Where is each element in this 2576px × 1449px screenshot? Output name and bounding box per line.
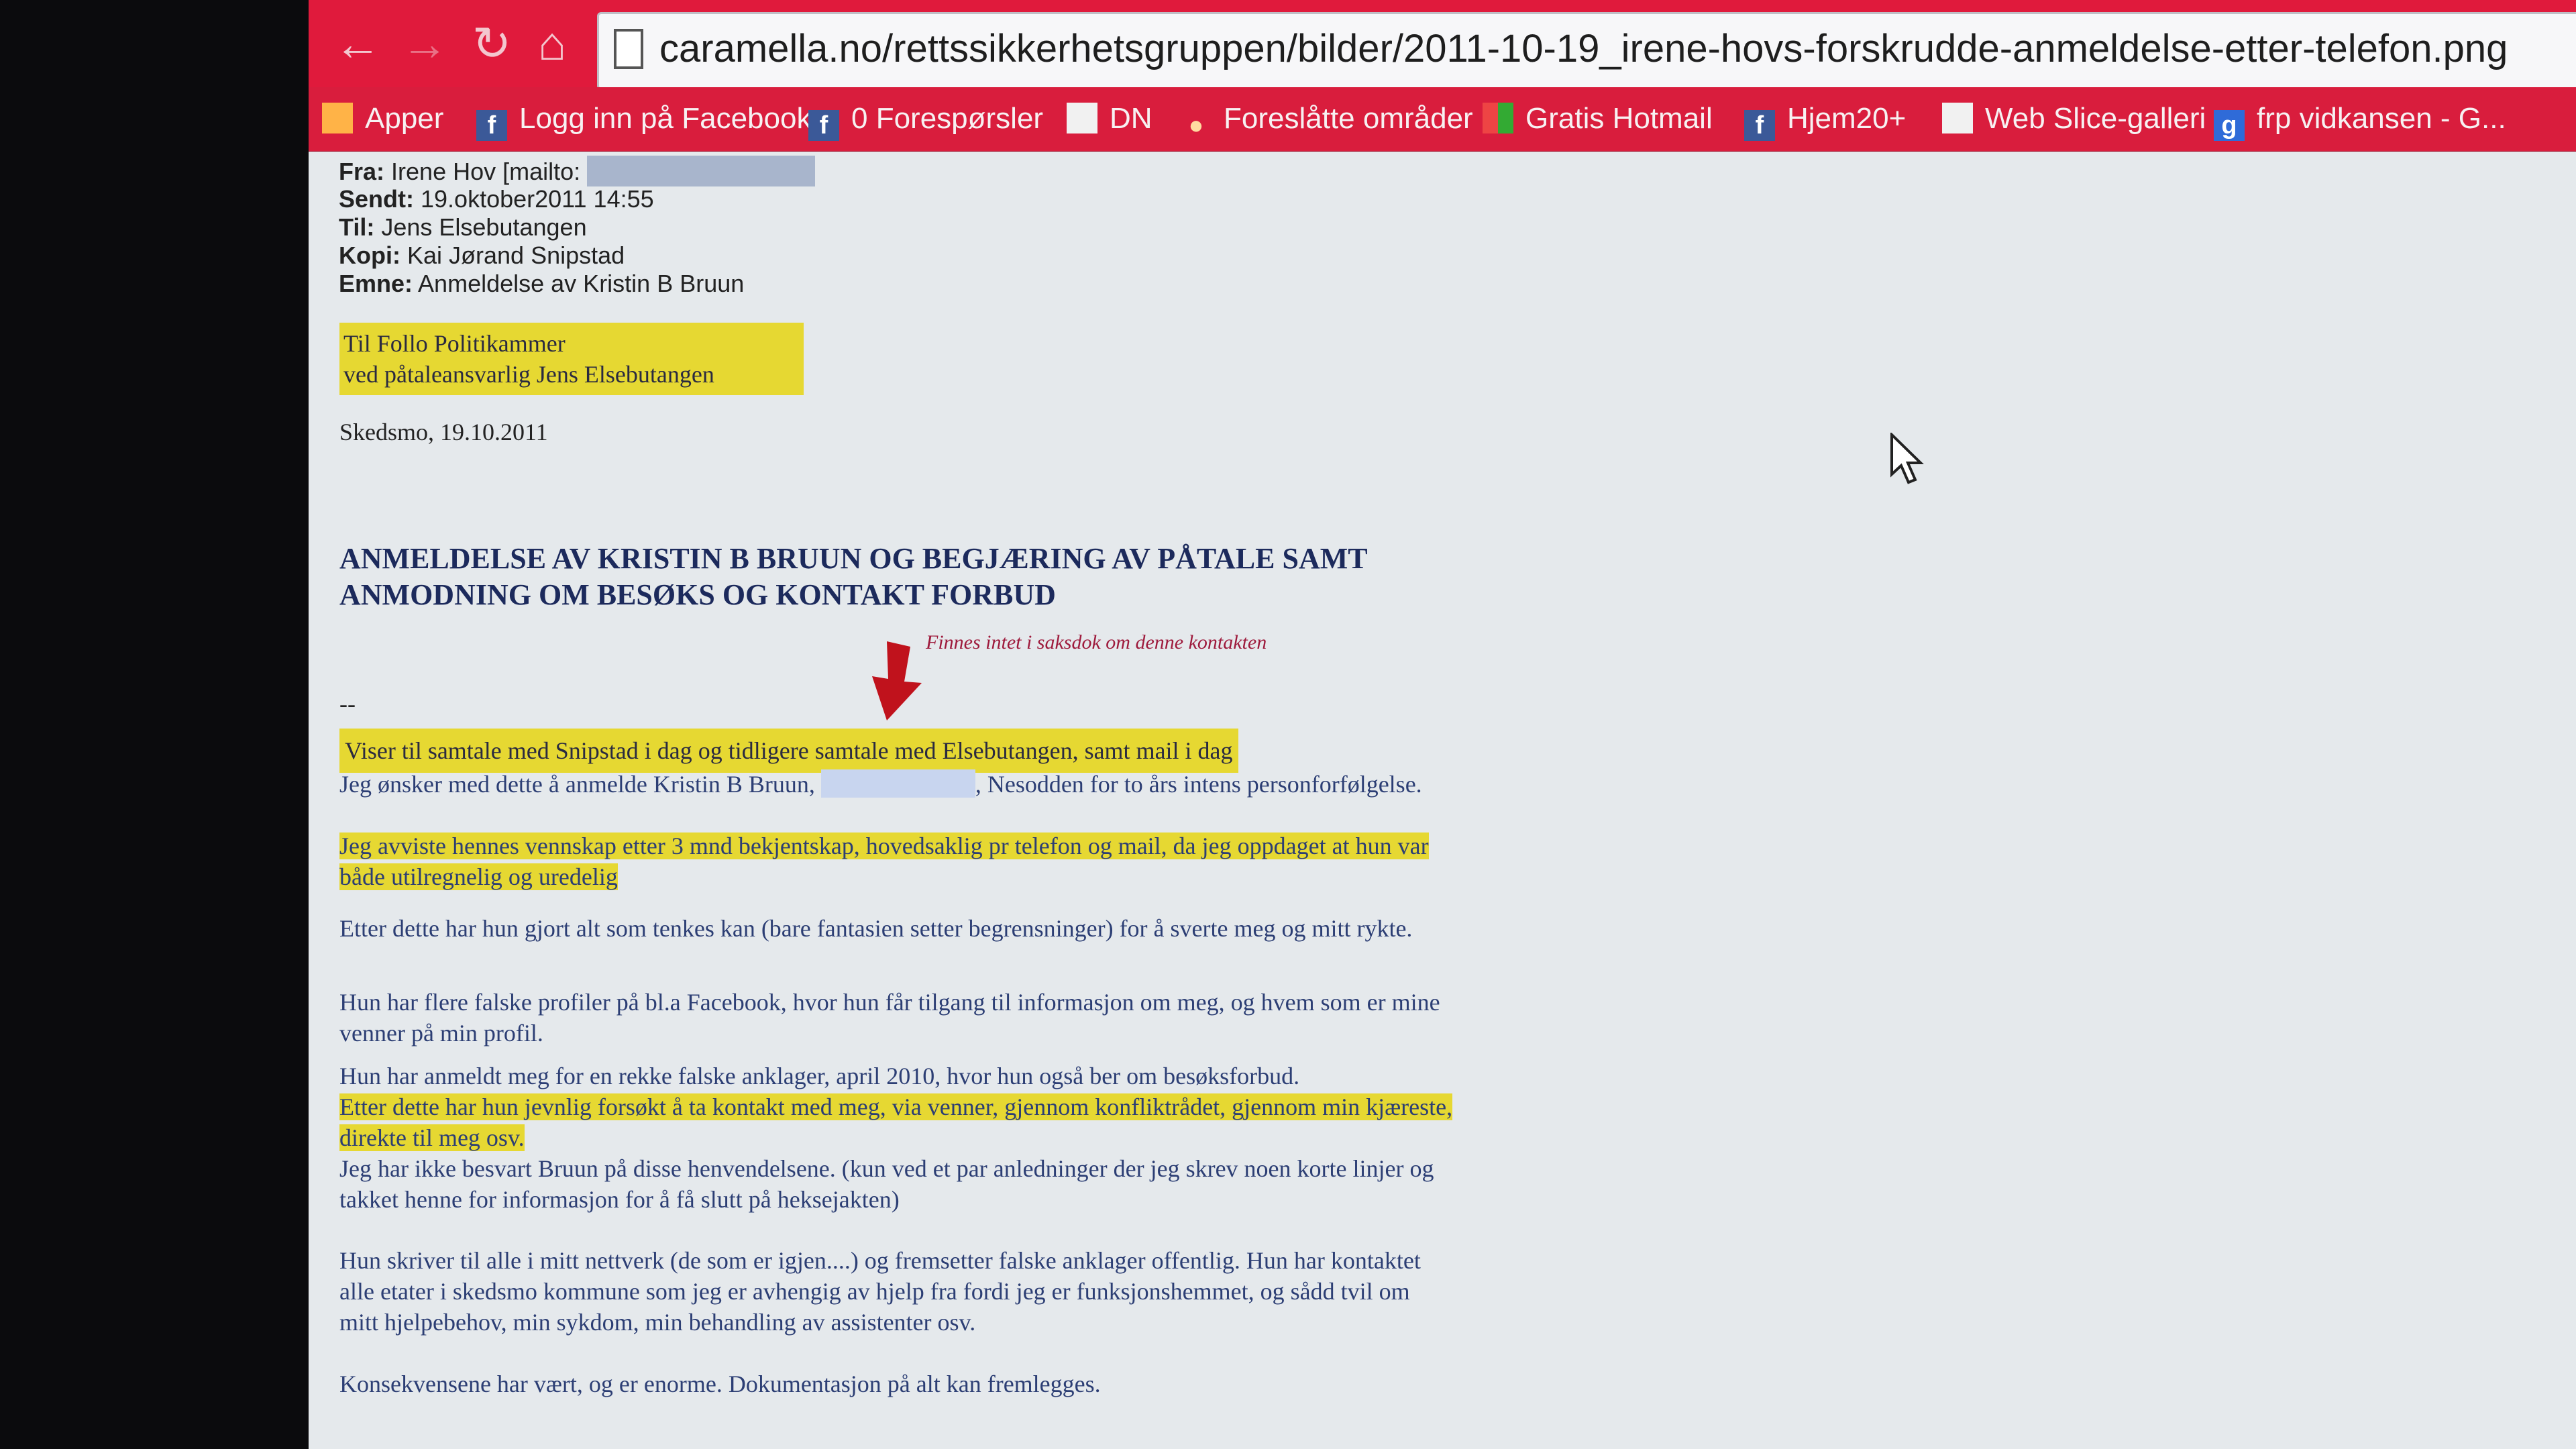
bookmark-dn[interactable]: DN — [1067, 95, 1152, 142]
paragraph-2: Jeg ønsker med dette å anmelde Kristin B… — [339, 769, 1422, 798]
home-icon[interactable]: ⌂ — [523, 15, 581, 72]
letter-title: ANMELDELSE AV KRISTIN B BRUUN OG BEGJÆRI… — [339, 542, 1368, 611]
apps-icon — [322, 103, 353, 133]
page-icon — [1942, 103, 1973, 133]
bookmark-hotmail[interactable]: Gratis Hotmail — [1483, 95, 1713, 142]
bookmark-frp[interactable]: g frp vidkansen - G... — [2214, 95, 2506, 142]
facebook-icon: f — [476, 110, 507, 141]
url-text[interactable]: caramella.no/rettssikkerhetsgruppen/bild… — [659, 26, 2508, 71]
place-date: Skedsmo, 19.10.2011 — [339, 419, 548, 445]
facebook-icon: f — [808, 110, 839, 141]
paragraph-7: Etter dette har hun jevnlig forsøkt å ta… — [339, 1093, 1453, 1151]
email-to: Til: Jens Elsebutangen — [339, 213, 587, 241]
annotation-note: Finnes intet i saksdok om denne kontakte… — [926, 631, 1267, 653]
google-icon: g — [2214, 110, 2245, 141]
page-icon — [614, 29, 643, 69]
reload-icon[interactable]: ↻ — [463, 15, 521, 72]
bookmark-facebook-login[interactable]: f Logg inn på Facebook — [476, 95, 811, 142]
forward-arrow-icon[interactable]: → — [396, 15, 453, 72]
paragraph-1: Viser til samtale med Snipstad i dag og … — [339, 729, 1453, 773]
paragraph-9: Hun skriver til alle i mitt nettverk (de… — [339, 1247, 1421, 1336]
bookmark-hjem20[interactable]: f Hjem20+ — [1744, 95, 1906, 142]
pin-icon: ● — [1188, 111, 1204, 140]
redacted-email — [587, 156, 816, 186]
browser-toolbar: ← → ↻ ⌂ caramella.no/rettssikkerhetsgrup… — [309, 0, 2576, 97]
address-bar[interactable]: caramella.no/rettssikkerhetsgruppen/bild… — [597, 12, 2576, 90]
page-content: Fra: Irene Hov [mailto: Sendt: 19.oktobe… — [309, 152, 2576, 1449]
paragraph-4: Etter dette har hun gjort alt som tenkes… — [339, 915, 1413, 942]
email-subject: Emne: Anmeldelse av Kristin B Bruun — [339, 270, 745, 297]
facebook-icon: f — [1744, 110, 1775, 141]
bookmark-requests[interactable]: f0 Forespørsler — [808, 95, 1043, 142]
back-arrow-icon[interactable]: ← — [329, 15, 386, 72]
dash: -- — [339, 690, 356, 717]
bookmark-suggested-sites[interactable]: ● Foreslåtte områder — [1181, 95, 1473, 142]
bookmark-web-slice[interactable]: Web Slice-galleri — [1942, 95, 2206, 142]
email-sent: Sendt: 19.oktober2011 14:55 — [339, 185, 654, 213]
redacted-address — [820, 769, 975, 798]
msn-icon — [1483, 103, 1513, 133]
paragraph-10: Konsekvensene har vært, og er enorme. Do… — [339, 1371, 1101, 1397]
email-from: Fra: Irene Hov [mailto: — [339, 156, 816, 186]
paragraph-5: Hun har flere falske profiler på bl.a Fa… — [339, 989, 1440, 1046]
paragraph-6: Hun har anmeldt meg for en rekke falske … — [339, 1063, 1300, 1089]
paragraph-3: Jeg avviste hennes vennskap etter 3 mnd … — [339, 833, 1429, 890]
paragraph-8: Jeg har ikke besvart Bruun på disse henv… — [339, 1155, 1434, 1213]
mouse-cursor-icon — [1890, 433, 1924, 484]
page-icon — [1067, 103, 1097, 133]
bookmark-apps[interactable]: Apper — [322, 95, 443, 142]
email-cc: Kopi: Kai Jørand Snipstad — [339, 241, 625, 269]
browser-window: ← → ↻ ⌂ caramella.no/rettssikkerhetsgrup… — [309, 0, 2576, 1449]
recipient-block: Til Follo Politikammer ved påtaleansvarl… — [339, 323, 804, 395]
